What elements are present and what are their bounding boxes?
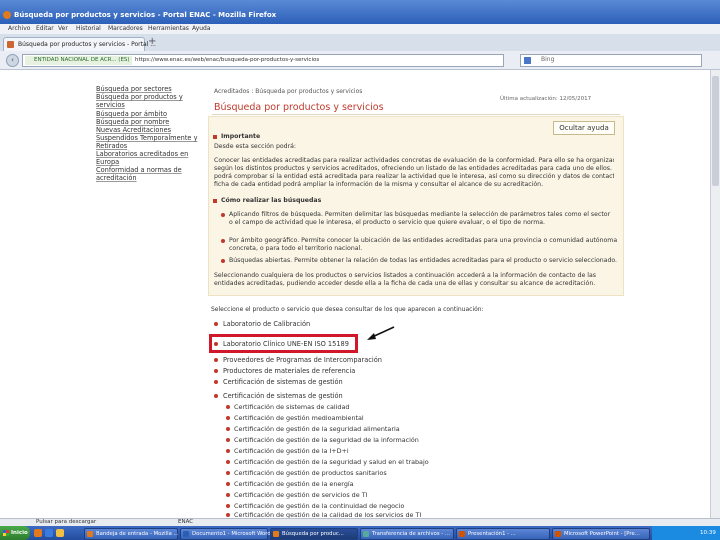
info-footer-line-2: entidades acreditadas, pudiendo acceder … — [214, 280, 596, 287]
menu-historial[interactable]: Historial — [76, 25, 101, 32]
sidebar-item-conformidad-cont[interactable]: acreditación — [96, 174, 137, 183]
app-icon — [363, 531, 369, 537]
page-favicon-icon — [7, 41, 14, 48]
important-title: Importante — [221, 133, 261, 140]
navigation-bar: ‹ ENTIDAD NACIONAL DE ACR... (ES) https:… — [0, 51, 720, 70]
task-transferencia[interactable]: Transferencia de archivos - ... — [360, 528, 454, 540]
important-subtitle: Desde esta sección podrá: — [214, 143, 296, 150]
menu-archivo[interactable]: Archivo — [8, 25, 30, 32]
status-left: Pulsar para descargar — [36, 519, 97, 525]
powerpoint-icon — [555, 531, 561, 537]
sidebar-item-productos-cont[interactable]: servicios — [96, 101, 125, 110]
tab-label: Búsqueda por productos y servicios - Por… — [18, 41, 156, 48]
url-bar[interactable]: ENTIDAD NACIONAL DE ACR... (ES) https://… — [22, 54, 504, 67]
hide-help-button[interactable]: Ocultar ayuda — [553, 121, 615, 135]
firefox-quicklaunch-icon[interactable] — [34, 529, 42, 537]
menu-editar[interactable]: Editar — [36, 25, 54, 32]
bullet-dot-icon — [214, 369, 218, 373]
bullet-dot-icon — [226, 416, 230, 420]
bullet-dot-icon — [226, 493, 230, 497]
word-icon — [183, 531, 189, 537]
bullet-dot-icon — [226, 471, 230, 475]
title-divider — [212, 114, 620, 115]
new-tab-plus-icon[interactable]: + — [148, 36, 156, 47]
pointer-arrow-icon — [367, 326, 395, 340]
bullet-dot-icon — [226, 449, 230, 453]
open-bullet-line-1: Búsquedas abiertas. Permite obtener la r… — [229, 257, 617, 264]
filter-bullet-line-1: Aplicando filtros de búsqueda. Permiten … — [229, 211, 611, 218]
geo-bullet-line-1: Por ámbito geográfico. Permite conocer l… — [229, 237, 617, 244]
bullet-dot-icon — [214, 380, 218, 384]
bullet-dot-icon — [226, 482, 230, 486]
menu-ver[interactable]: Ver — [58, 25, 68, 32]
site-identity-badge[interactable]: ENTIDAD NACIONAL DE ACR... (ES) — [25, 56, 132, 65]
list-intro: Seleccione el producto o servicio que de… — [211, 306, 484, 313]
app-icon — [87, 531, 93, 537]
bullet-dot-icon — [214, 358, 218, 362]
start-button[interactable]: Inicio — [0, 526, 30, 540]
status-middle: ENAC — [178, 519, 194, 525]
bullet-dot-icon — [221, 213, 225, 217]
bullet-dot-icon — [226, 438, 230, 442]
filter-bullet-line-2: o el campo de actividad que le interesa,… — [229, 219, 546, 226]
back-arrow-icon[interactable]: ‹ — [6, 54, 19, 67]
bullet-dot-icon — [226, 427, 230, 431]
important-bullet-icon — [213, 135, 217, 139]
bullet-dot-icon — [226, 405, 230, 409]
search-placeholder: Bing — [541, 56, 555, 63]
tab-busqueda[interactable]: Búsqueda por productos y servicios - Por… — [3, 37, 156, 51]
windows-logo-icon — [3, 530, 9, 536]
tab-bar: Búsqueda por productos y servicios - Por… — [0, 34, 720, 52]
ie-quicklaunch-icon[interactable] — [45, 529, 53, 537]
task-presentacion[interactable]: Presentación1 - ... — [456, 528, 550, 540]
breadcrumb[interactable]: Acreditados : Búsqueda por productos y s… — [214, 88, 362, 95]
search-input[interactable]: Bing — [520, 54, 702, 67]
page-title: Búsqueda por productos y servicios — [214, 102, 384, 113]
how-bullet-icon — [213, 199, 217, 203]
how-title: Cómo realizar las búsquedas — [221, 197, 322, 204]
bullet-dot-icon — [226, 460, 230, 464]
menu-marcadores[interactable]: Marcadores — [108, 25, 143, 32]
info-paragraph-line-2: según los distintos productos y servicio… — [214, 165, 614, 172]
task-mozilla[interactable]: Bandeja de entrada - Mozilla ... — [84, 528, 179, 540]
url-text[interactable]: https://www.enac.es/web/enac/busqueda-po… — [135, 57, 499, 63]
info-footer-line-1: Seleccionando cualquiera de los producto… — [214, 272, 596, 279]
taskbar: Inicio Bandeja de entrada - Mozilla ... … — [0, 526, 720, 540]
menu-herramientas[interactable]: Herramientas — [148, 25, 189, 32]
menu-bar: Archivo Editar Ver Historial Marcadores … — [0, 24, 720, 34]
geo-bullet-line-2: concreta, o para todo el territorio naci… — [229, 245, 363, 252]
last-updated-date: Última actualización: 12/05/2017 — [500, 96, 592, 102]
bullet-dot-icon — [226, 504, 230, 508]
task-word[interactable]: Documento1 - Microsoft Word — [180, 528, 271, 540]
bullet-dot-icon — [214, 394, 218, 398]
window-title: Búsqueda por productos y servicios - Por… — [14, 11, 277, 19]
bullet-dot-icon — [226, 513, 230, 517]
bullet-dot-icon — [214, 322, 218, 326]
menu-ayuda[interactable]: Ayuda — [192, 25, 211, 32]
folder-quicklaunch-icon[interactable] — [56, 529, 64, 537]
scrollbar-thumb[interactable] — [712, 76, 719, 186]
search-engine-icon[interactable] — [524, 57, 531, 64]
bullet-dot-icon — [221, 239, 225, 243]
clock: 10:39 — [700, 530, 716, 536]
vertical-scrollbar[interactable] — [710, 70, 720, 518]
info-paragraph-line-4: ficha de cada entidad podrá ampliar la i… — [214, 181, 544, 188]
info-paragraph-line-3: podrá comprobar si la entidad está acred… — [214, 173, 614, 180]
highlight-box — [209, 334, 358, 353]
task-busqueda[interactable]: Búsqueda por produc... — [270, 528, 358, 540]
system-tray: 10:39 — [652, 526, 720, 540]
firefox-icon — [3, 11, 11, 19]
title-bar: Búsqueda por productos y servicios - Por… — [0, 0, 720, 24]
info-paragraph-line-1: Conocer las entidades acreditadas para r… — [214, 157, 614, 164]
bullet-dot-icon — [221, 259, 225, 263]
firefox-icon — [273, 531, 279, 537]
task-powerpoint[interactable]: Microsoft PowerPoint - [Pre... — [552, 528, 650, 540]
powerpoint-icon — [459, 531, 465, 537]
